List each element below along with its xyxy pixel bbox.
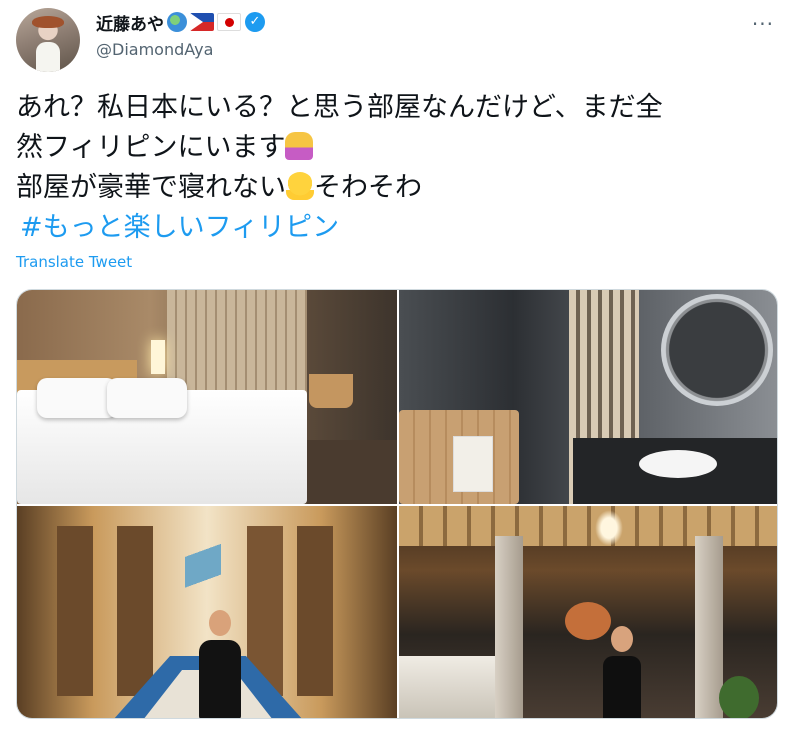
avatar-hat — [32, 16, 64, 28]
pillow — [37, 378, 117, 418]
globe-emoji-icon — [167, 12, 187, 32]
japan-flag-icon — [217, 13, 241, 31]
photo-grid — [16, 289, 778, 719]
pillow — [107, 378, 187, 418]
user-info: 近藤あや ✓ @DiamondAya — [96, 10, 265, 59]
name-row: 近藤あや ✓ — [96, 10, 265, 35]
door — [57, 526, 93, 696]
person-raising-hand-icon — [285, 132, 314, 160]
head — [209, 610, 231, 636]
black-dress — [199, 640, 241, 718]
user-handle[interactable]: @DiamondAya — [96, 40, 265, 59]
chandelier — [595, 510, 623, 546]
ink-screen — [399, 656, 495, 718]
wooden-tub — [309, 374, 353, 408]
verified-badge-icon: ✓ — [245, 12, 265, 32]
lamp — [151, 340, 165, 374]
head — [611, 626, 633, 652]
floor — [307, 440, 397, 504]
display-name[interactable]: 近藤あや — [96, 10, 164, 35]
tweet-line-3b-text: そわそわ — [314, 172, 422, 203]
shoji-screen — [167, 290, 307, 400]
woman-figure — [599, 626, 643, 718]
photo-bathroom[interactable] — [399, 290, 777, 504]
pillar — [495, 536, 523, 718]
tweet-text: あれ？私日本にいる？と思う部屋なんだけど、まだ全 然フィリピンにいます 部屋が豪… — [16, 88, 786, 248]
translate-tweet-link[interactable]: Translate Tweet — [16, 253, 132, 271]
philippines-flag-icon — [190, 13, 214, 31]
tweet-line-3a-text: 部屋が豪華で寝れない — [16, 172, 286, 203]
tweet-line-2: 然フィリピンにいます — [16, 128, 786, 168]
avatar-figure — [36, 42, 60, 72]
photo-bedroom[interactable] — [17, 290, 397, 504]
sink — [639, 450, 717, 478]
towel — [453, 436, 493, 492]
door — [297, 526, 333, 696]
tweet-line-4: #もっと楽しいフィリピン — [16, 208, 786, 248]
more-options-button[interactable]: ··· — [752, 14, 774, 34]
black-dress — [603, 656, 641, 718]
melting-face-icon — [286, 172, 314, 200]
woman-figure — [193, 610, 247, 718]
tweet-line-1: あれ？私日本にいる？と思う部屋なんだけど、まだ全 — [16, 92, 663, 123]
plant — [719, 676, 759, 718]
tweet-line-3: 部屋が豪華で寝れない そわそわ — [16, 168, 786, 208]
tweet-line-2-text: 然フィリピンにいます — [16, 132, 286, 163]
tweet: 近藤あや ✓ @DiamondAya ··· あれ？私日本にいる？と思う部屋なん… — [0, 0, 800, 733]
avatar[interactable] — [16, 8, 80, 72]
round-mirror — [661, 294, 773, 406]
photo-hallway[interactable] — [17, 506, 397, 718]
hashtag-link[interactable]: #もっと楽しいフィリピン — [20, 212, 339, 243]
photo-lobby[interactable] — [399, 506, 777, 718]
